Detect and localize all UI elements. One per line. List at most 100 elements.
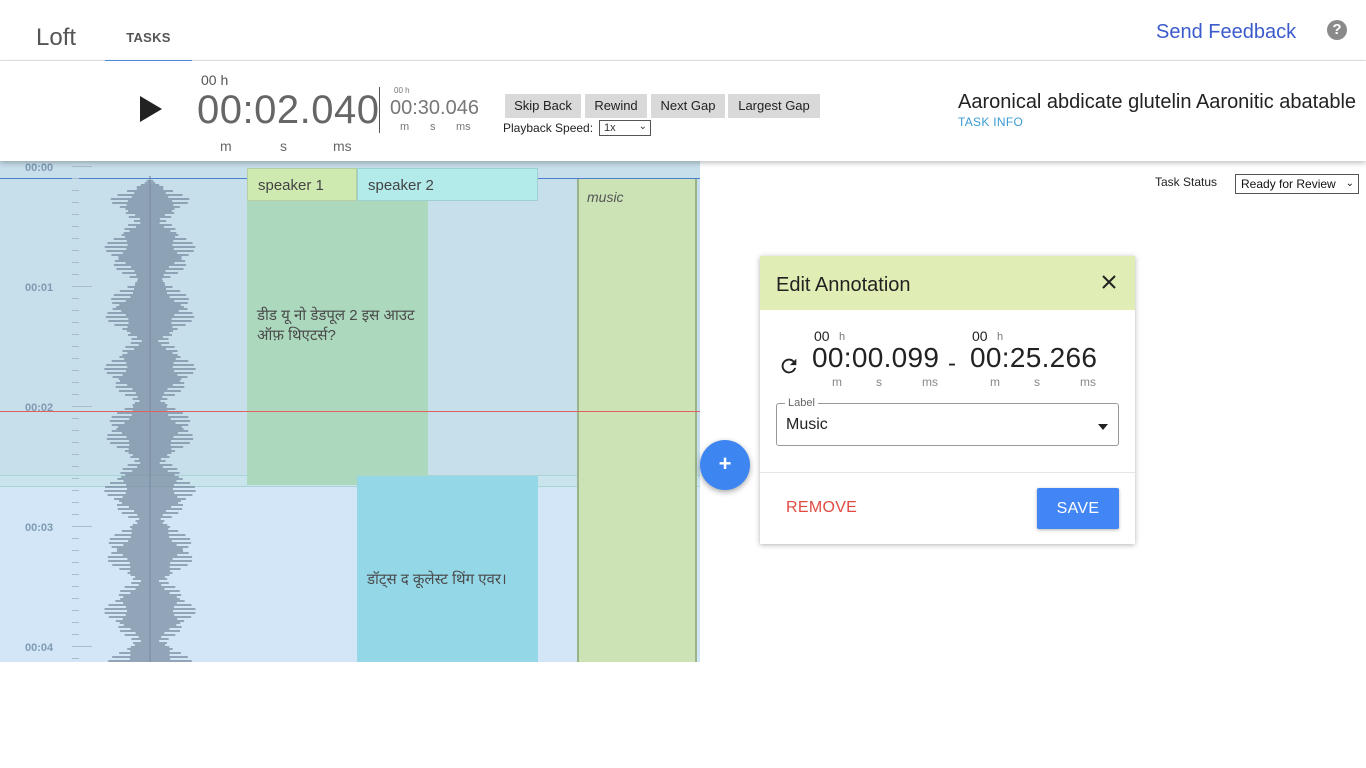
duration-hours: 00 h [394, 86, 410, 95]
rewind-button[interactable]: Rewind [585, 94, 647, 118]
largest-gap-button[interactable]: Largest Gap [728, 94, 820, 118]
panel-header: Edit Annotation [760, 256, 1135, 310]
chevron-down-icon: ⌄ [638, 121, 647, 132]
end-time[interactable]: 00:25.266 [970, 342, 1097, 374]
ruler-tick [72, 514, 79, 515]
ruler-tick [72, 598, 79, 599]
app-title: Loft [36, 24, 77, 51]
tick-label: 00:04 [25, 642, 54, 654]
tick-label: 00:01 [25, 282, 54, 294]
ruler-tick [72, 526, 92, 527]
ruler-tick [72, 322, 79, 323]
top-nav: Loft TASKS Send Feedback ? [0, 0, 1366, 62]
duration-time: 00:30.046 [390, 97, 479, 119]
time-divider [379, 87, 380, 133]
end-unit-s: s [1034, 375, 1040, 389]
help-icon[interactable]: ? [1327, 20, 1347, 40]
ruler-tick [72, 634, 79, 635]
ruler-tick [72, 166, 92, 167]
ruler-tick [72, 406, 92, 407]
speaker1-segment[interactable]: डीड यू नो डेडपूल 2 इस आउट ऑफ़ थिएटर्स? [247, 201, 428, 485]
time-range-separator: - [948, 350, 956, 377]
unit-milliseconds: ms [333, 138, 352, 154]
playback-speed-select[interactable]: 1x ⌄ [599, 120, 651, 136]
start-unit-s: s [876, 375, 882, 389]
panel-title: Edit Annotation [776, 274, 911, 296]
ruler-tick [72, 538, 79, 539]
current-time: 00:02.040 [197, 88, 380, 132]
ruler-tick [72, 586, 79, 587]
ruler-tick [72, 502, 79, 503]
task-status-label: Task Status [1155, 175, 1218, 189]
add-annotation-button[interactable]: + [700, 440, 750, 490]
segment-transcript: डॉट्स द कूलेस्ट थिंग एवर। [367, 571, 507, 588]
ruler-tick [72, 346, 79, 347]
start-unit-m: m [832, 375, 842, 389]
ruler-tick [72, 442, 79, 443]
end-unit-m: m [990, 375, 1000, 389]
ruler-tick [72, 466, 79, 467]
player-bar: 00 h 00:02.040 m s ms 00 h 00:30.046 m s… [0, 61, 1366, 161]
task-status-select[interactable]: Ready for Review ⌄ [1235, 174, 1359, 194]
duration-unit-m: m [400, 121, 410, 133]
ruler-tick [72, 286, 92, 287]
ruler-tick [72, 454, 79, 455]
ruler-tick [72, 646, 92, 647]
play-icon[interactable] [138, 94, 164, 124]
ruler-tick [72, 382, 79, 383]
current-hours: 00 h [201, 72, 229, 88]
ruler-tick [72, 574, 79, 575]
segment-transcript: डीड यू नो डेडपूल 2 इस आउट ऑफ़ थिएटर्स? [257, 307, 415, 344]
timeline[interactable]: 00:00 00:01 00:02 00:03 00:04 डीड यू नो … [0, 161, 700, 662]
next-gap-button[interactable]: Next Gap [651, 94, 725, 118]
panel-divider [760, 472, 1135, 473]
ruler-tick [72, 430, 79, 431]
send-feedback-link[interactable]: Send Feedback [1156, 21, 1296, 44]
music-segment[interactable] [577, 179, 697, 662]
ruler-tick [72, 610, 79, 611]
tab-tasks[interactable]: TASKS [105, 0, 192, 62]
ruler-tick [72, 478, 79, 479]
dropdown-arrow-icon [1098, 424, 1108, 430]
duration-unit-s: s [430, 121, 436, 133]
refresh-icon[interactable] [778, 355, 800, 377]
label-select[interactable]: Label Music [776, 397, 1119, 446]
ruler-tick [72, 262, 79, 263]
ruler-tick [72, 226, 79, 227]
end-unit-ms: ms [1080, 375, 1096, 389]
playback-speed-label: Playback Speed: [503, 121, 594, 135]
ruler-tick [72, 370, 79, 371]
ruler-tick [72, 274, 79, 275]
unit-seconds: s [280, 138, 287, 154]
speaker1-header[interactable]: speaker 1 [247, 168, 357, 201]
label-legend: Label [785, 397, 818, 409]
speaker2-segment[interactable]: डॉट्स द कूलेस्ट थिंग एवर। [357, 476, 538, 662]
skip-back-button[interactable]: Skip Back [505, 94, 581, 118]
label-value: Music [786, 416, 828, 433]
ruler-tick [72, 358, 79, 359]
music-track-label: music [587, 189, 624, 205]
close-icon[interactable] [1100, 273, 1118, 291]
playhead[interactable] [0, 411, 700, 412]
unit-minutes: m [220, 138, 232, 154]
ruler-tick [72, 238, 79, 239]
playback-speed-value: 1x [604, 122, 616, 134]
ruler-tick [72, 190, 79, 191]
ruler-tick [72, 418, 79, 419]
tick-label: 00:00 [25, 162, 54, 174]
ruler-tick [72, 298, 79, 299]
duration-unit-ms: ms [456, 121, 471, 133]
ruler-tick [72, 334, 79, 335]
save-button[interactable]: SAVE [1037, 488, 1119, 529]
ruler-tick [72, 394, 79, 395]
ruler-tick [72, 622, 79, 623]
start-time[interactable]: 00:00.099 [812, 342, 939, 374]
ruler-tick [72, 490, 79, 491]
ruler-tick [72, 178, 79, 179]
task-info-link[interactable]: TASK INFO [958, 115, 1023, 129]
speaker2-header[interactable]: speaker 2 [357, 168, 538, 201]
task-name: Aaronical abdicate glutelin Aaronitic ab… [958, 91, 1357, 113]
start-unit-ms: ms [922, 375, 938, 389]
tick-label: 00:03 [25, 522, 54, 534]
remove-button[interactable]: REMOVE [786, 499, 857, 517]
